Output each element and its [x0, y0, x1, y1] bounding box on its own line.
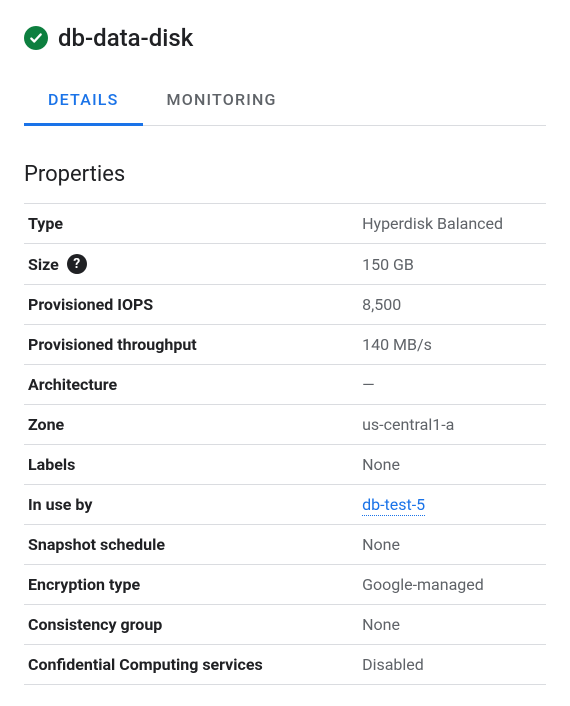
property-label-architecture: Architecture: [24, 365, 358, 405]
property-label-size: Size ?: [24, 244, 358, 285]
table-row: Size ? 150 GB: [24, 244, 546, 285]
table-row: Architecture —: [24, 365, 546, 405]
table-row: Zone us-central1-a: [24, 405, 546, 445]
property-value-zone: us-central1-a: [358, 405, 546, 445]
tab-monitoring[interactable]: MONITORING: [143, 76, 301, 126]
property-label-provisioned-iops: Provisioned IOPS: [24, 285, 358, 325]
in-use-by-link[interactable]: db-test-5: [362, 495, 425, 516]
table-row: In use by db-test-5: [24, 485, 546, 525]
table-row: Encryption type Google-managed: [24, 565, 546, 605]
tabs-bar: DETAILS MONITORING: [24, 76, 546, 126]
property-label-encryption-type: Encryption type: [24, 565, 358, 605]
property-value-confidential-computing: Disabled: [358, 645, 546, 685]
property-value-encryption-type: Google-managed: [358, 565, 546, 605]
section-title-properties: Properties: [24, 162, 546, 187]
property-label-zone: Zone: [24, 405, 358, 445]
property-value-provisioned-throughput: 140 MB/s: [358, 325, 546, 365]
page-header: db-data-disk: [24, 24, 546, 52]
property-label-snapshot-schedule: Snapshot schedule: [24, 525, 358, 565]
table-row: Consistency group None: [24, 605, 546, 645]
property-value-type: Hyperdisk Balanced: [358, 204, 546, 244]
property-value-provisioned-iops: 8,500: [358, 285, 546, 325]
property-label-labels: Labels: [24, 445, 358, 485]
property-value-in-use-by: db-test-5: [358, 485, 546, 525]
property-value-consistency-group: None: [358, 605, 546, 645]
property-label-type: Type: [24, 204, 358, 244]
table-row: Snapshot schedule None: [24, 525, 546, 565]
property-label-confidential-computing: Confidential Computing services: [24, 645, 358, 685]
property-label-provisioned-throughput: Provisioned throughput: [24, 325, 358, 365]
size-label-text: Size: [28, 255, 59, 274]
table-row: Labels None: [24, 445, 546, 485]
page-title: db-data-disk: [58, 24, 193, 52]
table-row: Type Hyperdisk Balanced: [24, 204, 546, 244]
property-value-size: 150 GB: [358, 244, 546, 285]
property-value-architecture: —: [358, 365, 546, 405]
status-ready-icon: [24, 26, 48, 50]
property-label-consistency-group: Consistency group: [24, 605, 358, 645]
property-label-in-use-by: In use by: [24, 485, 358, 525]
tab-details[interactable]: DETAILS: [24, 76, 143, 126]
property-value-labels: None: [358, 445, 546, 485]
table-row: Confidential Computing services Disabled: [24, 645, 546, 685]
table-row: Provisioned throughput 140 MB/s: [24, 325, 546, 365]
help-icon[interactable]: ?: [67, 254, 87, 274]
properties-table: Type Hyperdisk Balanced Size ? 150 GB Pr…: [24, 203, 546, 685]
table-row: Provisioned IOPS 8,500: [24, 285, 546, 325]
property-value-snapshot-schedule: None: [358, 525, 546, 565]
